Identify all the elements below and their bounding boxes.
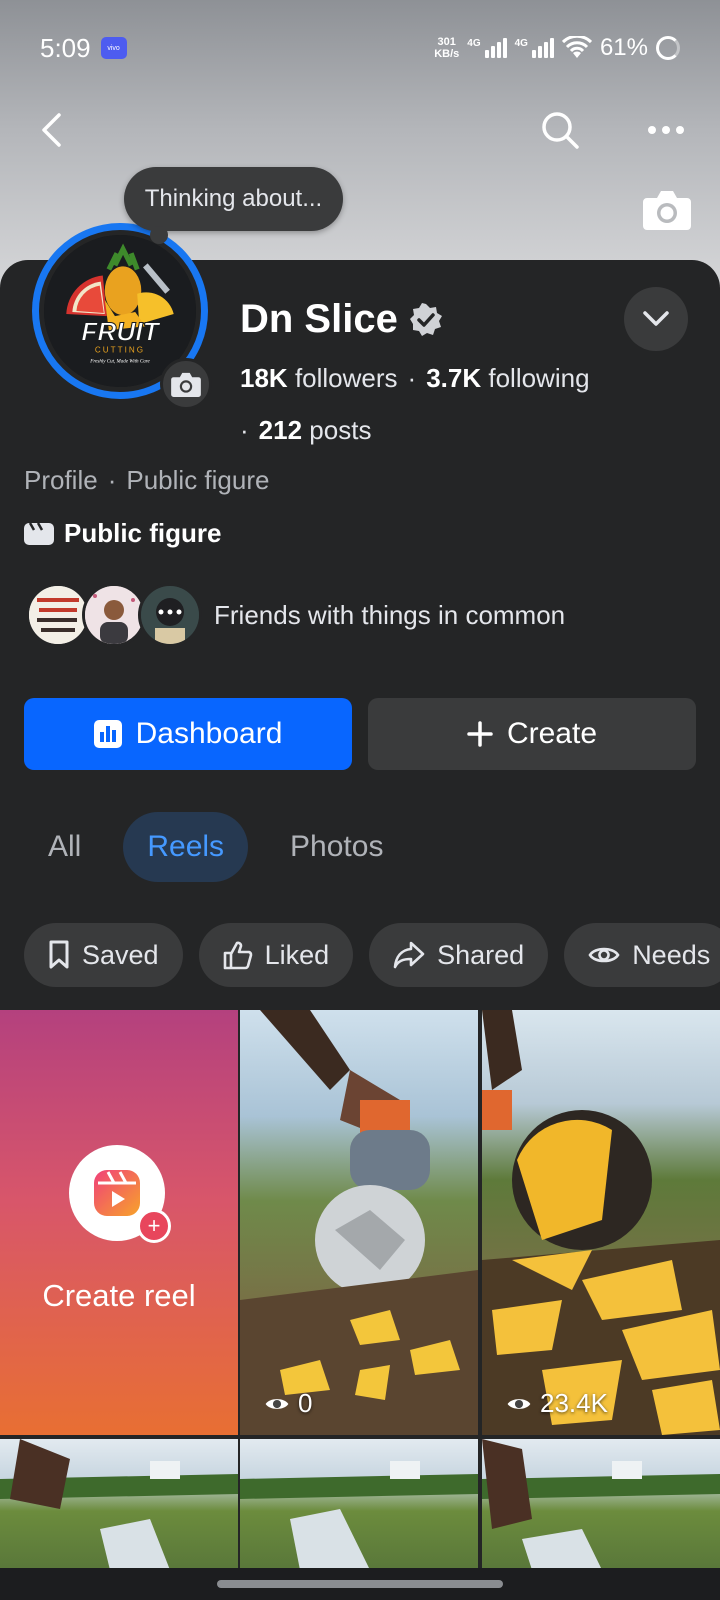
friend-avatar	[138, 583, 202, 647]
reel-thumbnail[interactable]	[482, 1439, 720, 1570]
dashboard-button[interactable]: Dashboard	[24, 698, 352, 770]
reel-views: 0	[264, 1388, 312, 1419]
page-type-row: Public figure	[24, 518, 221, 549]
thought-bubble[interactable]: Thinking about...	[124, 167, 343, 231]
signal-icon: 4G	[467, 38, 507, 58]
chip-liked[interactable]: Liked	[198, 923, 354, 987]
system-nav-bar	[0, 1568, 720, 1600]
camera-icon	[643, 191, 691, 230]
reel-image	[240, 1461, 478, 1570]
chevron-down-icon	[643, 311, 669, 326]
reel-thumbnail[interactable]: 0	[240, 1010, 478, 1435]
clapperboard-icon	[24, 521, 54, 545]
more-options-button[interactable]	[644, 108, 688, 152]
dashboard-label: Dashboard	[135, 717, 283, 750]
back-arrow-icon	[42, 113, 61, 147]
network-speed: 301 KB/s	[434, 36, 460, 60]
reel-image	[240, 1010, 478, 1435]
filter-chips: Saved Liked Shared Needs	[24, 923, 720, 987]
dashboard-icon	[93, 720, 122, 748]
logo-subtitle: CUTTING	[95, 346, 145, 355]
logo-tagline: Freshly Cut, Made With Care	[89, 359, 150, 365]
plus-badge-icon: +	[137, 1209, 171, 1243]
chip-saved[interactable]: Saved	[24, 923, 183, 987]
page-type-label: Public figure	[64, 518, 222, 548]
search-button[interactable]	[536, 106, 584, 154]
verified-badge-icon	[409, 302, 442, 336]
mutual-friends-label: Friends with things in common	[214, 599, 566, 630]
eye-icon	[588, 947, 620, 963]
edit-avatar-button[interactable]	[160, 358, 212, 410]
reel-views: 23.4K	[506, 1388, 608, 1419]
profile-category: Profile · Public figure	[24, 465, 270, 495]
reel-thumbnail[interactable]	[240, 1439, 478, 1570]
more-dots-icon	[648, 126, 684, 134]
reels-grid: + Create reel 0 23.4K	[0, 1010, 720, 1570]
battery-level: 61%	[599, 34, 648, 61]
tab-photos[interactable]: Photos	[266, 812, 407, 882]
following-stat[interactable]: 3.7K following	[426, 363, 589, 393]
friend-avatar	[26, 583, 90, 647]
logo-title: FRUIT	[81, 316, 160, 346]
create-reel-label: Create reel	[42, 1278, 196, 1313]
profile-name-text: Dn Slice	[240, 297, 398, 341]
create-button[interactable]: Create	[368, 698, 696, 770]
profile-menu-button[interactable]	[624, 287, 688, 351]
status-time: 5:09	[40, 32, 91, 63]
camera-icon	[171, 372, 201, 397]
reel-image	[0, 1439, 238, 1570]
battery-icon	[656, 36, 680, 60]
share-icon	[393, 941, 425, 969]
bookmark-icon	[49, 940, 69, 969]
status-bar: 5:09 vivo 301 KB/s 4G 4G 61%	[40, 30, 680, 66]
back-button[interactable]	[30, 108, 74, 152]
create-reel-tile[interactable]: + Create reel	[0, 1010, 238, 1435]
content-tabs: All Reels Photos	[24, 812, 407, 882]
search-icon	[542, 112, 579, 149]
carrier-badge: vivo	[100, 37, 127, 59]
plus-icon	[467, 721, 493, 747]
home-indicator[interactable]	[217, 1580, 503, 1588]
reel-thumbnail[interactable]	[0, 1439, 238, 1570]
profile-name: Dn Slice	[240, 297, 444, 342]
followers-stat[interactable]: 18K followers	[240, 363, 398, 393]
profile-stats: 18K followers · 3.7K following	[240, 363, 590, 393]
top-nav	[0, 100, 720, 160]
create-label: Create	[506, 717, 598, 750]
thought-bubble-tail	[150, 226, 168, 244]
thumbs-up-icon	[223, 941, 252, 970]
chip-shared[interactable]: Shared	[369, 923, 549, 987]
reel-image	[482, 1439, 720, 1570]
reel-image	[482, 1010, 720, 1435]
eye-icon	[507, 1398, 531, 1409]
wifi-icon	[561, 36, 592, 58]
friend-avatar	[82, 583, 146, 647]
edit-cover-button[interactable]	[643, 188, 691, 230]
tab-reels[interactable]: Reels	[123, 812, 249, 882]
tab-all[interactable]: All	[24, 812, 105, 882]
chip-needs[interactable]: Needs	[564, 923, 720, 987]
mutual-friends-row[interactable]: Friends with things in common	[26, 583, 565, 647]
signal-icon: 4G	[515, 38, 554, 58]
posts-stat: · 212 posts	[240, 415, 372, 445]
eye-icon	[265, 1398, 289, 1409]
reel-thumbnail[interactable]: 23.4K	[482, 1010, 720, 1435]
